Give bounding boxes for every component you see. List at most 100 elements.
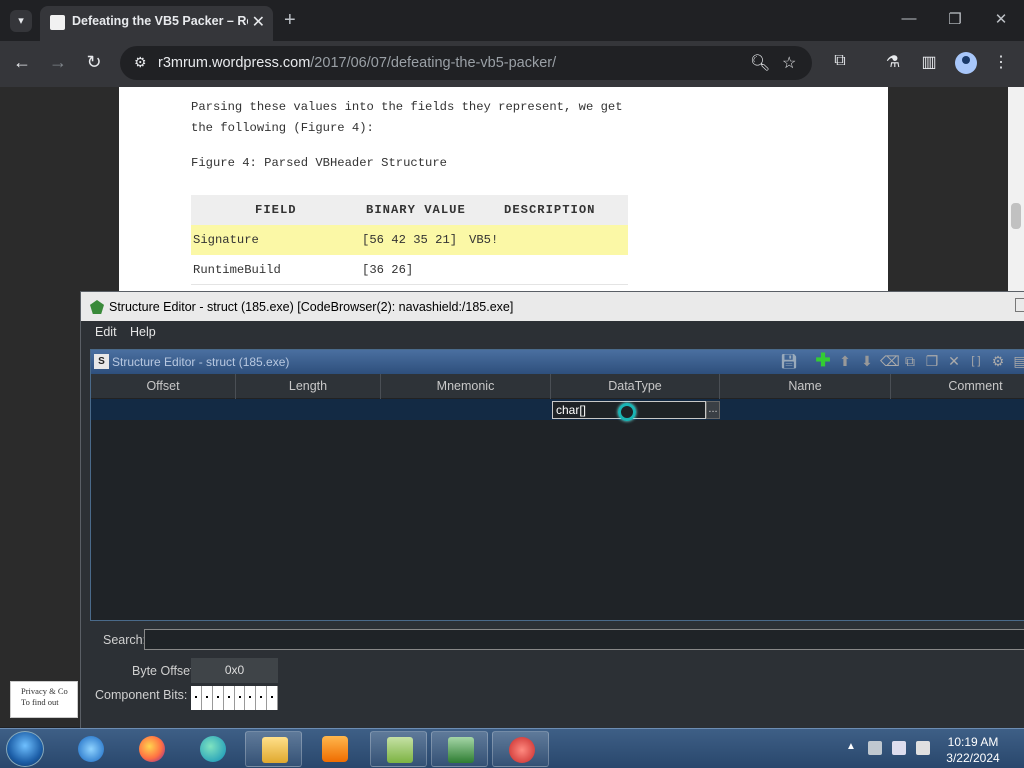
page-scrollbar[interactable] bbox=[1008, 87, 1024, 297]
privacy-text: To find out bbox=[21, 697, 59, 707]
tab-strip: ▾ Defeating the VB5 Packer – Re ✕ + — ❐ … bbox=[0, 0, 1024, 41]
internet-explorer-icon bbox=[78, 736, 104, 762]
more-tools-icon[interactable]: ▤ bbox=[1011, 353, 1024, 370]
active-tab[interactable]: Defeating the VB5 Packer – Re ✕ bbox=[40, 6, 273, 41]
figure-caption: Figure 4: Parsed VBHeader Structure bbox=[191, 156, 447, 170]
array-icon[interactable]: [ ] bbox=[967, 355, 985, 367]
structure-editor-window: Structure Editor - struct (185.exe) [Cod… bbox=[80, 291, 1024, 730]
taskbar-media[interactable] bbox=[306, 731, 363, 767]
action-center-icon[interactable] bbox=[868, 741, 882, 755]
unpack-icon[interactable]: ⚙ bbox=[989, 353, 1007, 370]
folder-icon bbox=[262, 737, 288, 763]
table-row[interactable]: char[] ... bbox=[91, 399, 1024, 421]
bit-cell[interactable] bbox=[267, 686, 278, 710]
pane-header: S Structure Editor - struct (185.exe) 💾︎… bbox=[91, 350, 1024, 374]
ghidra-dragon-icon bbox=[90, 300, 104, 314]
taskbar-ie[interactable] bbox=[62, 731, 119, 767]
bit-cell[interactable] bbox=[191, 686, 202, 710]
clear-icon[interactable]: ⌫ bbox=[880, 353, 900, 370]
column-name[interactable]: Name bbox=[720, 374, 891, 399]
window-title: Structure Editor - struct (185.exe) [Cod… bbox=[109, 300, 514, 314]
byte-offset-value: 0x0 bbox=[191, 658, 278, 683]
move-down-icon[interactable]: ⬇ bbox=[858, 353, 876, 370]
bit-cell[interactable] bbox=[224, 686, 235, 710]
bookmark-star-icon[interactable]: ☆ bbox=[782, 53, 796, 73]
table-header-binary: BINARY VALUE bbox=[366, 203, 466, 217]
add-icon[interactable]: ✚ bbox=[814, 350, 832, 371]
reload-button[interactable]: ↻ bbox=[82, 52, 106, 73]
save-icon[interactable]: 💾︎ bbox=[780, 353, 798, 370]
side-panel-icon[interactable]: ▥ bbox=[918, 52, 940, 72]
copy-icon[interactable]: ❐ bbox=[923, 353, 941, 370]
structure-editor-pane: S Structure Editor - struct (185.exe) 💾︎… bbox=[90, 349, 1024, 621]
site-info-icon[interactable]: ⚙ bbox=[134, 54, 147, 71]
taskbar-firefox[interactable] bbox=[123, 731, 180, 767]
site-favicon-icon bbox=[50, 15, 65, 30]
address-bar[interactable]: ⚙ r3mrum.wordpress.com/2017/06/07/defeat… bbox=[120, 46, 812, 80]
menu-icon[interactable]: ⋮ bbox=[990, 52, 1012, 72]
privacy-banner: Privacy & Co To find out bbox=[10, 681, 78, 718]
column-datatype[interactable]: DataType bbox=[551, 374, 720, 399]
restore-button[interactable]: ❐ bbox=[944, 10, 966, 28]
clock[interactable]: 10:19 AM 3/22/2024 bbox=[940, 734, 1006, 766]
table-header-row: FIELD BINARY VALUE DESCRIPTION bbox=[191, 195, 628, 225]
move-up-icon[interactable]: ⬆ bbox=[836, 353, 854, 370]
bit-cell[interactable] bbox=[235, 686, 246, 710]
delete-icon[interactable]: ✕ bbox=[945, 353, 963, 370]
new-tab-button[interactable]: + bbox=[284, 9, 296, 32]
start-button[interactable] bbox=[6, 731, 44, 767]
bit-cell[interactable] bbox=[213, 686, 224, 710]
column-length[interactable]: Length bbox=[236, 374, 381, 399]
datatype-chooser-button[interactable]: ... bbox=[706, 401, 720, 419]
tab-search-button[interactable]: ▾ bbox=[10, 10, 32, 32]
pane-title: Structure Editor - struct (185.exe) bbox=[112, 355, 290, 369]
window-titlebar[interactable]: Structure Editor - struct (185.exe) [Cod… bbox=[81, 292, 1024, 321]
taskbar-taskmgr[interactable] bbox=[431, 731, 488, 767]
component-bits-grid[interactable] bbox=[191, 686, 278, 710]
url-text[interactable]: r3mrum.wordpress.com/2017/06/07/defeatin… bbox=[158, 55, 556, 71]
menu-edit[interactable]: Edit bbox=[95, 325, 117, 339]
taskbar-notepad[interactable] bbox=[370, 731, 427, 767]
volume-muted-icon[interactable] bbox=[916, 741, 930, 755]
search-bar: Search: bbox=[90, 626, 1024, 652]
column-mnemonic[interactable]: Mnemonic bbox=[381, 374, 551, 399]
row-value: [36 26] bbox=[362, 263, 414, 277]
minimize-button[interactable]: — bbox=[898, 10, 920, 27]
taskbar-edge[interactable] bbox=[184, 731, 241, 767]
scroll-thumb[interactable] bbox=[1011, 203, 1021, 229]
table-row: Signature [56 42 35 21] VB5! bbox=[191, 225, 628, 255]
tab-close-icon[interactable]: ✕ bbox=[252, 12, 265, 32]
duplicate-icon[interactable]: ⧉ bbox=[901, 353, 919, 370]
close-window-button[interactable]: ✕ bbox=[990, 10, 1012, 28]
extensions-icon[interactable]: ⧉ bbox=[829, 52, 851, 70]
ghidra-app-icon bbox=[509, 737, 535, 763]
labs-icon[interactable]: ⚗ bbox=[882, 52, 904, 72]
bit-cell[interactable] bbox=[202, 686, 213, 710]
bit-cell[interactable] bbox=[256, 686, 268, 710]
structure-icon: S bbox=[94, 354, 109, 369]
article-body: Parsing these values into the fields the… bbox=[119, 87, 888, 297]
menu-help[interactable]: Help bbox=[130, 325, 156, 339]
notepad-plus-icon bbox=[387, 737, 413, 763]
network-icon[interactable] bbox=[892, 741, 906, 755]
offset-panel: Byte Offset: 0x0 Component Bits: bbox=[90, 656, 1024, 730]
maximize-button[interactable] bbox=[1015, 298, 1024, 312]
busy-cursor-icon bbox=[618, 403, 636, 421]
search-input[interactable] bbox=[144, 629, 1024, 650]
forward-button[interactable]: → bbox=[46, 52, 70, 73]
clock-date: 3/22/2024 bbox=[946, 751, 1000, 765]
bit-cell[interactable] bbox=[245, 686, 257, 710]
taskbar-ghidra[interactable] bbox=[492, 731, 549, 767]
taskbar-explorer[interactable] bbox=[245, 731, 302, 767]
table-header-description: DESCRIPTION bbox=[504, 203, 596, 217]
back-button[interactable]: ← bbox=[10, 52, 34, 73]
profile-avatar[interactable] bbox=[955, 52, 977, 74]
vbheader-table: FIELD BINARY VALUE DESCRIPTION Signature… bbox=[191, 195, 628, 285]
url-host: r3mrum.wordpress.com bbox=[158, 55, 311, 71]
column-offset[interactable]: Offset bbox=[91, 374, 236, 399]
show-hidden-icons[interactable]: ▲ bbox=[846, 741, 856, 752]
zoom-icon[interactable]: 🔍︎ bbox=[750, 53, 770, 73]
clock-time: 10:19 AM bbox=[947, 735, 999, 749]
firefox-icon bbox=[139, 736, 165, 762]
column-comment[interactable]: Comment bbox=[891, 374, 1024, 399]
